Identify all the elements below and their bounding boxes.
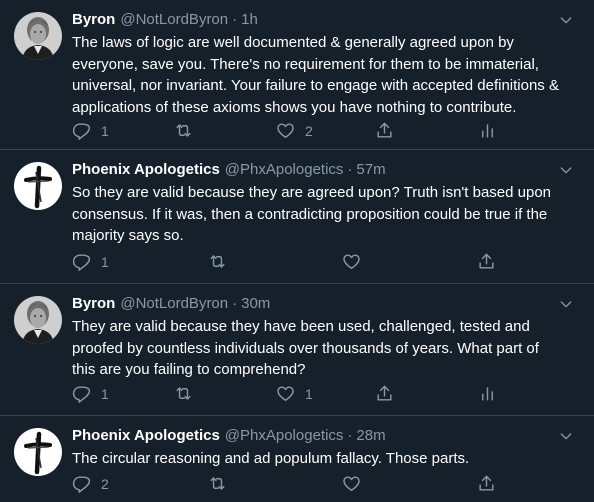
tweet[interactable]: Byron @NotLordByron · 1h The laws of log… [0, 0, 594, 150]
reply-count: 1 [101, 122, 109, 139]
share-button[interactable] [375, 121, 394, 140]
analytics-button[interactable] [478, 384, 497, 403]
retweet-button[interactable] [174, 121, 193, 140]
chevron-down-icon[interactable] [558, 162, 574, 178]
tweet-text-line: The laws of logic are well documented & … [72, 34, 514, 51]
author-name[interactable]: Byron [72, 10, 115, 30]
tweet-text-line: proofed by countless individuals over th… [72, 339, 539, 357]
share-button[interactable] [375, 384, 394, 403]
retweet-icon [174, 384, 193, 403]
retweet-button[interactable] [208, 252, 227, 271]
like-icon [276, 121, 295, 140]
reply-icon [72, 384, 91, 403]
retweet-icon [174, 121, 193, 140]
tweet-text-line: this are you failing to comprehend? [72, 361, 306, 378]
reply-count: 1 [101, 385, 109, 402]
author-handle[interactable]: @NotLordByron [120, 294, 228, 314]
retweet-button[interactable] [208, 474, 227, 493]
author-handle[interactable]: @PhxApologetics [225, 160, 344, 180]
cross-icon [14, 428, 62, 476]
chevron-down-icon[interactable] [558, 12, 574, 28]
share-icon [477, 474, 496, 493]
like-icon [342, 474, 361, 493]
like-button[interactable] [342, 474, 361, 493]
author-handle[interactable]: @PhxApologetics [225, 426, 344, 446]
timestamp[interactable]: 30m [241, 294, 270, 314]
chevron-down-icon[interactable] [558, 296, 574, 312]
share-icon [375, 121, 394, 140]
separator: · [347, 161, 353, 178]
separator: · [232, 11, 238, 28]
reply-count: 2 [101, 475, 109, 492]
share-button[interactable] [477, 252, 496, 271]
tweet-text-line: majority says so. [72, 227, 184, 244]
tweet-text-line: They are valid because they have been us… [72, 318, 530, 335]
tweet[interactable]: Phoenix Apologetics @PhxApologetics · 28… [0, 416, 594, 502]
timestamp[interactable]: 57m [356, 160, 385, 180]
tweet-text-line: applications of these axioms shows you h… [72, 98, 517, 116]
reply-icon [72, 252, 91, 271]
chevron-down-icon[interactable] [558, 428, 574, 444]
author-name[interactable]: Byron [72, 294, 115, 314]
reply-button[interactable]: 2 [72, 474, 109, 493]
retweet-icon [208, 252, 227, 271]
timestamp[interactable]: 1h [241, 10, 258, 30]
reply-icon [72, 474, 91, 493]
share-button[interactable] [477, 474, 496, 493]
like-icon [342, 252, 361, 271]
share-icon [477, 252, 496, 271]
byron-portrait-icon [14, 296, 62, 344]
like-button[interactable]: 2 [276, 121, 313, 140]
reply-button[interactable]: 1 [72, 252, 109, 271]
analytics-icon [478, 121, 497, 140]
cross-icon [14, 162, 62, 210]
reply-count: 1 [101, 253, 109, 270]
tweet-text-line: everyone, save you. There's no requireme… [72, 55, 539, 73]
avatar[interactable] [14, 296, 62, 344]
separator: · [232, 295, 238, 312]
like-button[interactable] [342, 252, 361, 271]
tweet-text: The laws of logic are well documented & … [72, 32, 580, 118]
avatar[interactable] [14, 428, 62, 476]
tweet[interactable]: Byron @NotLordByron · 30m They are valid… [0, 284, 594, 416]
author-name[interactable]: Phoenix Apologetics [72, 426, 220, 446]
reply-button[interactable]: 1 [72, 121, 109, 140]
avatar[interactable] [14, 162, 62, 210]
like-button[interactable]: 1 [276, 384, 313, 403]
retweet-button[interactable] [174, 384, 193, 403]
author-handle[interactable]: @NotLordByron [120, 10, 228, 30]
tweet-text-line: universal, nor invariant. Your failure t… [72, 77, 559, 94]
tweet-text: The circular reasoning and ad populum fa… [72, 448, 580, 470]
byron-portrait-icon [14, 12, 62, 60]
share-icon [375, 384, 394, 403]
tweet[interactable]: Phoenix Apologetics @PhxApologetics · 57… [0, 150, 594, 284]
tweet-text: So they are valid because they are agree… [72, 182, 580, 247]
analytics-icon [478, 384, 497, 403]
tweet-text: They are valid because they have been us… [72, 316, 580, 381]
retweet-icon [208, 474, 227, 493]
avatar[interactable] [14, 12, 62, 60]
reply-button[interactable]: 1 [72, 384, 109, 403]
like-icon [276, 384, 295, 403]
timestamp[interactable]: 28m [356, 426, 385, 446]
like-count: 2 [305, 122, 313, 139]
author-name[interactable]: Phoenix Apologetics [72, 160, 220, 180]
tweet-text-line: The circular reasoning and ad populum fa… [72, 450, 470, 467]
analytics-button[interactable] [478, 121, 497, 140]
reply-icon [72, 121, 91, 140]
tweet-text-line: consensus. If it was, then a contradicti… [72, 205, 548, 223]
tweet-text-line: So they are valid because they are agree… [72, 184, 552, 201]
separator: · [347, 427, 353, 444]
like-count: 1 [305, 385, 313, 402]
